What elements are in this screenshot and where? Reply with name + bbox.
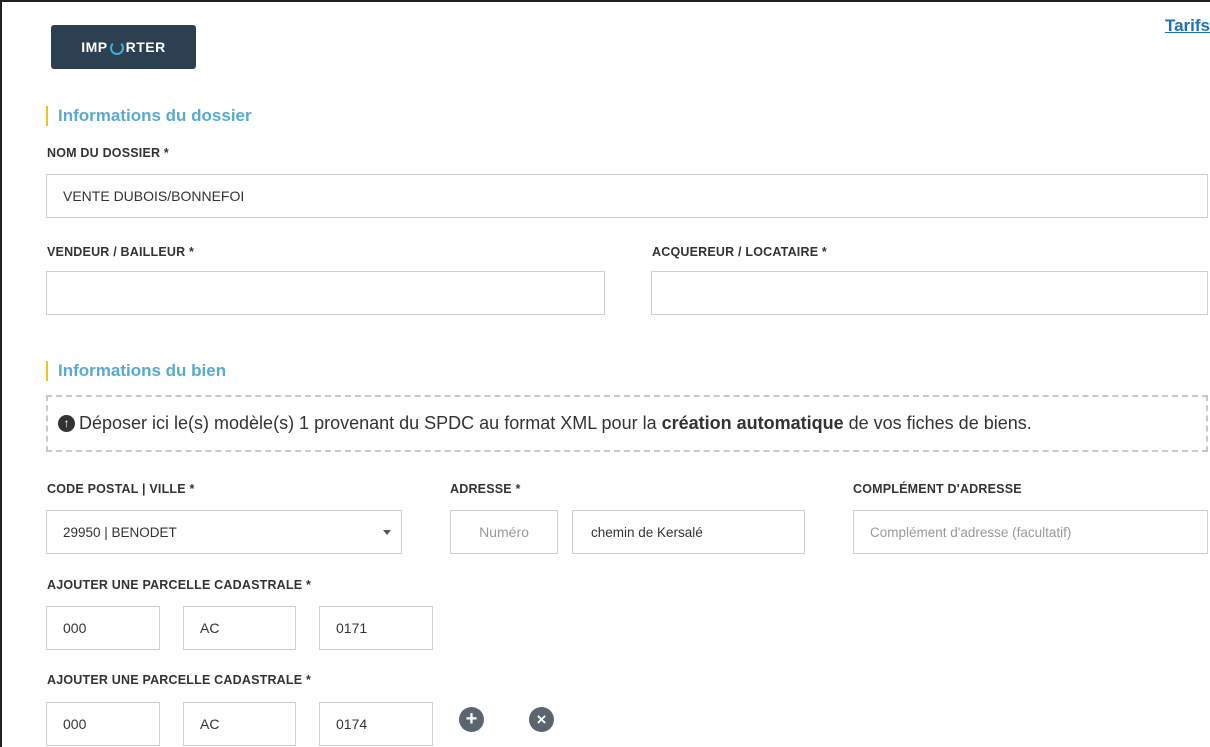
- importer-logo[interactable]: IMP RTER: [51, 25, 196, 69]
- parcelle-section-input[interactable]: AC: [183, 702, 296, 746]
- code-postal-select[interactable]: 29950 | BENODET: [46, 510, 402, 554]
- acquereur-label: ACQUEREUR / LOCATAIRE *: [652, 245, 827, 259]
- complement-label: COMPLÉMENT D'ADRESSE: [853, 482, 1022, 496]
- parcelle-prefix-input[interactable]: 000: [46, 702, 160, 746]
- adresse-label: ADRESSE *: [450, 482, 521, 496]
- tarifs-link[interactable]: Tarifs: [1165, 16, 1210, 36]
- remove-parcelle-button[interactable]: ×: [529, 707, 554, 732]
- upload-arrow-icon: ↑: [58, 415, 75, 432]
- parcelle-label: AJOUTER UNE PARCELLE CADASTRALE *: [47, 673, 312, 687]
- logo-text-left: IMP: [81, 39, 108, 55]
- parcelle-numero-input[interactable]: 0174: [319, 702, 433, 746]
- rue-input[interactable]: chemin de Kersalé: [572, 510, 805, 554]
- parcelle-section-input[interactable]: AC: [183, 606, 296, 650]
- plus-icon: +: [465, 708, 478, 730]
- parcelle-numero-input[interactable]: 0171: [319, 606, 433, 650]
- section-title-bien: Informations du bien: [46, 361, 226, 381]
- parcelle-label: AJOUTER UNE PARCELLE CADASTRALE *: [47, 578, 312, 592]
- parcelle-prefix-input[interactable]: 000: [46, 606, 160, 650]
- section-title-dossier: Informations du dossier: [46, 106, 252, 126]
- xml-dropzone[interactable]: ↑ Déposer ici le(s) modèle(s) 1 provenan…: [46, 395, 1208, 452]
- acquereur-input[interactable]: [651, 271, 1208, 315]
- logo-ring-icon: [109, 41, 124, 55]
- nom-dossier-label: NOM DU DOSSIER *: [47, 146, 169, 160]
- add-parcelle-button[interactable]: +: [459, 707, 484, 732]
- code-postal-label: CODE POSTAL | VILLE *: [47, 482, 195, 496]
- vendeur-input[interactable]: [46, 271, 605, 315]
- numero-input[interactable]: Numéro: [450, 510, 558, 554]
- code-postal-value: 29950 | BENODET: [63, 524, 177, 540]
- chevron-down-icon: [383, 530, 391, 535]
- close-icon: ×: [536, 709, 547, 729]
- complement-input[interactable]: Complément d'adresse (facultatif): [853, 510, 1208, 554]
- vendeur-label: VENDEUR / BAILLEUR *: [47, 245, 195, 259]
- logo-text-right: RTER: [125, 39, 166, 55]
- dropzone-text: Déposer ici le(s) modèle(s) 1 provenant …: [79, 413, 1032, 433]
- nom-dossier-input[interactable]: VENTE DUBOIS/BONNEFOI: [46, 174, 1208, 218]
